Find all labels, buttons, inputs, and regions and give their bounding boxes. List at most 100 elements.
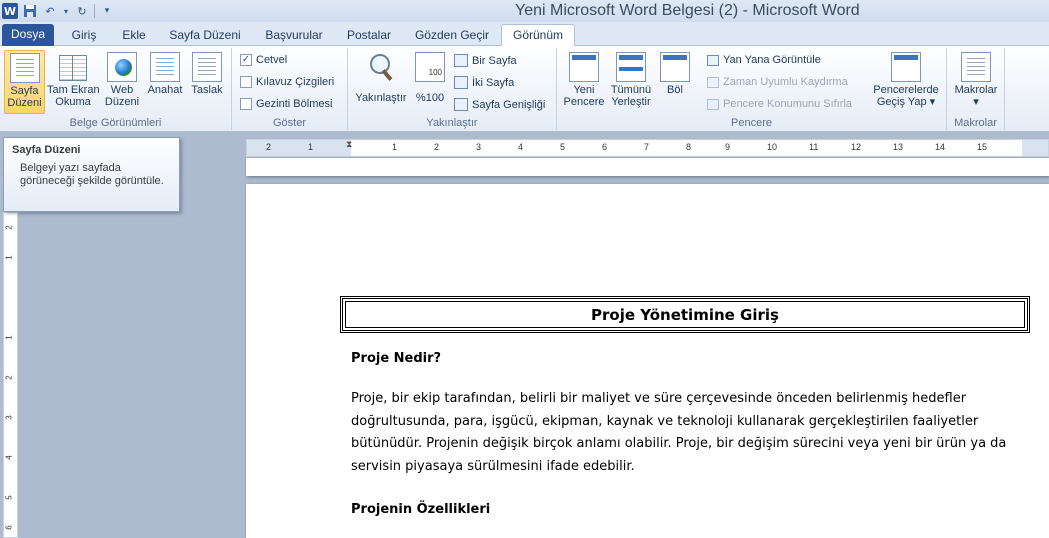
switch-windows-button[interactable]: Pencerelerde Geçiş Yap ▾	[871, 50, 941, 114]
web-layout-button[interactable]: Web Düzeni	[102, 50, 142, 114]
zoom-button[interactable]: Yakınlaştır	[352, 50, 410, 114]
vruler-number: 6	[4, 525, 14, 530]
macros-icon	[961, 52, 991, 82]
macros-label: Makrolar ▾	[954, 84, 998, 108]
page-100-icon: 100	[415, 52, 445, 82]
side-by-side-icon	[707, 54, 719, 66]
indent-marker-icon[interactable]: ⧗	[346, 140, 352, 150]
horizontal-ruler[interactable]: 2 1 1 2 3 4 5 6 7 8 9 10 11 12 13 14 15 …	[246, 139, 1049, 157]
word-logo-icon[interactable]: W	[2, 3, 18, 19]
document-paragraph[interactable]: Proje, bir ekip tarafından, belirli bir …	[351, 388, 1023, 479]
arrange-all-icon	[616, 52, 646, 82]
split-button[interactable]: Böl	[658, 50, 692, 114]
outline-label: Anahat	[147, 84, 183, 96]
ruler-checkbox[interactable]: ✓ Cetvel	[240, 54, 287, 66]
tab-home[interactable]: Giriş	[60, 25, 108, 46]
print-layout-icon	[9, 53, 40, 83]
group-document-views: Sayfa Düzeni Tam Ekran Okuma Web Düzeni …	[0, 48, 232, 130]
tab-references[interactable]: Başvurular	[254, 25, 334, 46]
tab-page-layout[interactable]: Sayfa Düzeni	[162, 25, 248, 46]
ruler-check-icon: ✓	[240, 54, 252, 66]
one-page-icon	[454, 54, 468, 67]
redo-icon[interactable]: ↻	[74, 3, 90, 19]
ruler-number: 2	[266, 142, 272, 152]
vruler-number: 3	[4, 415, 14, 420]
save-icon[interactable]	[22, 3, 38, 19]
page-100-icon-text: 100	[428, 68, 442, 77]
document-heading[interactable]: Proje Nedir?	[351, 351, 441, 366]
gridlines-label: Kılavuz Çizgileri	[256, 76, 335, 88]
macros-button[interactable]: Makrolar ▾	[951, 50, 1001, 114]
ruler-number: 10	[767, 142, 778, 152]
reset-window-position-label: Pencere Konumunu Sıfırla	[723, 98, 853, 110]
ruler-number: 6	[602, 142, 608, 152]
page-width-button[interactable]: Sayfa Genişliği	[454, 98, 545, 111]
new-window-label: Yeni Pencere	[563, 84, 605, 108]
gridlines-check-icon	[240, 76, 252, 88]
document-heading[interactable]: Projenin Özellikleri	[351, 502, 490, 517]
qat-separator	[94, 4, 95, 18]
previous-page[interactable]	[246, 158, 1049, 176]
arrange-all-button[interactable]: Tümünü Yerleştir	[607, 50, 655, 114]
magnifier-icon	[366, 52, 396, 82]
switch-windows-label: Pencerelerde Geçiş Yap ▾	[873, 84, 939, 108]
group-label-show: Göster	[272, 117, 306, 129]
page-width-label: Sayfa Genişliği	[472, 98, 546, 111]
ruler-number: 15	[977, 142, 988, 152]
group-label-window: Pencere	[731, 117, 772, 129]
view-side-by-side-button[interactable]: Yan Yana Görüntüle	[707, 54, 821, 66]
draft-icon	[192, 52, 222, 82]
gridlines-checkbox[interactable]: Kılavuz Çizgileri	[240, 76, 334, 88]
tab-insert[interactable]: Ekle	[112, 25, 156, 46]
one-page-button[interactable]: Bir Sayfa	[454, 54, 517, 67]
ruler-number: 8	[686, 142, 692, 152]
group-show: ✓ Cetvel Kılavuz Çizgileri Gezinti Bölme…	[232, 48, 348, 130]
ruler-number: 2	[434, 142, 440, 152]
full-screen-reading-button[interactable]: Tam Ekran Okuma	[47, 50, 100, 114]
tab-view[interactable]: Görünüm	[501, 24, 575, 46]
page-width-icon	[454, 98, 468, 111]
tooltip: Sayfa Düzeni Belgeyi yazı sayfada görüne…	[3, 137, 180, 212]
tooltip-title: Sayfa Düzeni	[12, 144, 81, 156]
ruler-margin-left	[247, 140, 351, 156]
group-zoom: Yakınlaştır 100 %100 Bir Sayfa İki Sayfa…	[348, 48, 557, 130]
vertical-ruler[interactable]: 2 1 1 2 3 4 5 6	[3, 212, 18, 538]
ruler-number: 7	[644, 142, 650, 152]
window-title: Yeni Microsoft Word Belgesi (2) - Micros…	[515, 2, 860, 19]
draft-button[interactable]: Taslak	[188, 50, 226, 114]
title-bar: W ↶ ▾ ↻ ▾ Yeni Microsoft Word Belgesi (2…	[0, 0, 1049, 22]
zoom-100-label: %100	[415, 92, 445, 104]
ruler-number: 4	[518, 142, 524, 152]
synchronous-scrolling-button[interactable]: Zaman Uyumlu Kaydırma	[707, 76, 848, 88]
print-layout-button[interactable]: Sayfa Düzeni	[4, 50, 45, 114]
tab-mailings[interactable]: Postalar	[340, 25, 398, 46]
view-side-by-side-label: Yan Yana Görüntüle	[723, 54, 821, 66]
tab-file[interactable]: Dosya	[2, 24, 54, 46]
synchronous-scrolling-icon	[707, 76, 719, 88]
undo-dropdown-icon[interactable]: ▾	[62, 3, 70, 19]
ruler-number: 1	[308, 142, 314, 152]
customize-qat-icon[interactable]: ▾	[99, 3, 115, 19]
ruler-number: 1	[392, 142, 398, 152]
two-pages-button[interactable]: İki Sayfa	[454, 76, 514, 89]
ruler-margin-right	[1022, 140, 1048, 156]
new-window-button[interactable]: Yeni Pencere	[561, 50, 607, 114]
zoom-100-button[interactable]: 100 %100	[412, 50, 448, 114]
two-pages-label: İki Sayfa	[472, 76, 515, 89]
navigation-pane-check-icon	[240, 98, 252, 110]
ruler-number: 3	[476, 142, 482, 152]
undo-icon[interactable]: ↶	[42, 3, 58, 19]
book-icon	[58, 52, 88, 82]
navigation-pane-checkbox[interactable]: Gezinti Bölmesi	[240, 98, 332, 110]
vruler-number: 2	[4, 375, 14, 380]
group-window: Yeni Pencere Tümünü Yerleştir Böl Yan Ya…	[557, 48, 947, 130]
outline-button[interactable]: Anahat	[145, 50, 185, 114]
web-globe-icon	[107, 52, 137, 82]
arrange-all-label: Tümünü Yerleştir	[610, 84, 652, 108]
document-title[interactable]: Proje Yönetimine Giriş	[340, 296, 1030, 333]
vruler-number: 2	[4, 225, 14, 230]
tab-review[interactable]: Gözden Geçir	[408, 25, 496, 46]
reset-window-position-button[interactable]: Pencere Konumunu Sıfırla	[707, 98, 852, 110]
group-label-document-views: Belge Görünümleri	[69, 117, 162, 129]
group-label-zoom: Yakınlaştır	[426, 117, 478, 129]
